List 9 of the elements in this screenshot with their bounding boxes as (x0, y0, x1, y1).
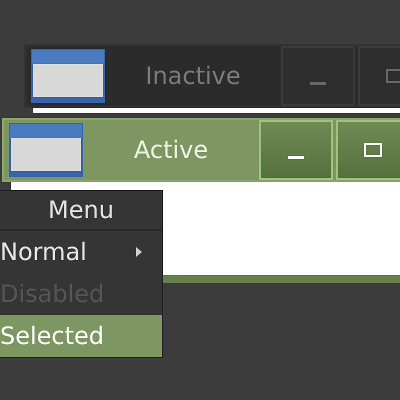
window-icon (9, 123, 83, 177)
window-title: Inactive (144, 62, 242, 90)
minimize-button[interactable] (259, 120, 333, 180)
window-icon (31, 49, 105, 103)
menu-title: Menu (0, 191, 162, 231)
menu-item[interactable]: Selected (0, 315, 162, 357)
menu-item[interactable]: Normal (0, 231, 162, 273)
maximize-button[interactable] (336, 120, 400, 180)
window-title: Active (132, 136, 210, 164)
